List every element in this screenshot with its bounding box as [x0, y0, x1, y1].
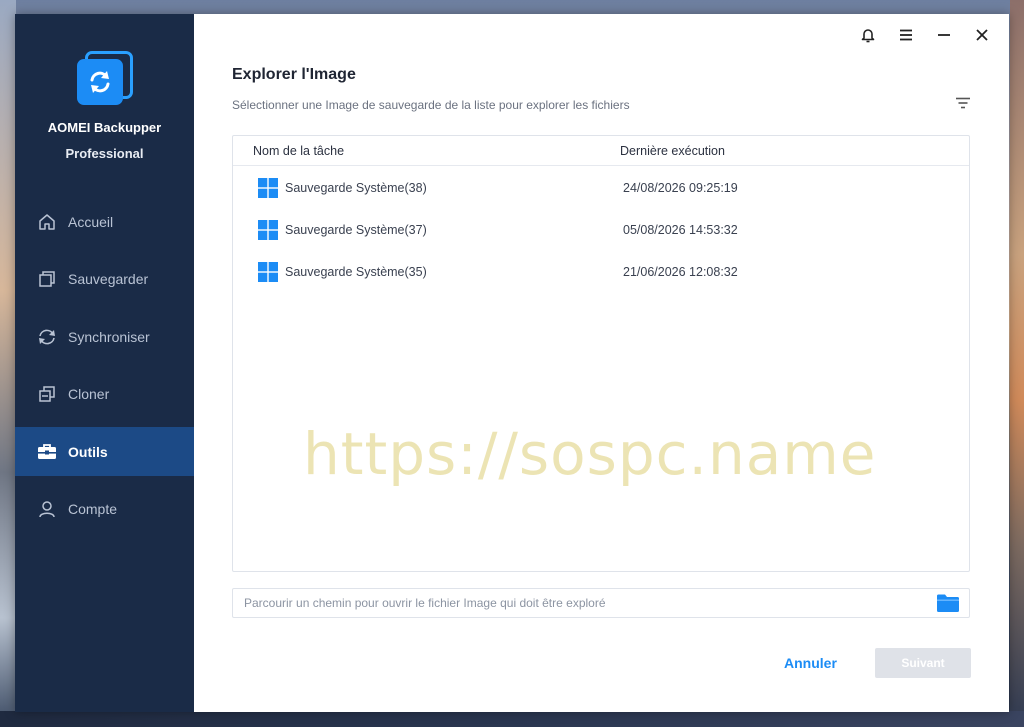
page-subtitle: Sélectionner une Image de sauvegarde de … [232, 98, 630, 112]
menu-icon[interactable] [887, 24, 925, 46]
sidebar-item-label: Compte [68, 501, 118, 517]
main-panel: Explorer l'Image Sélectionner une Image … [194, 14, 1009, 712]
column-header-name[interactable]: Nom de la tâche [253, 144, 344, 158]
clone-icon [37, 384, 57, 404]
sidebar-item-label: Synchroniser [68, 328, 150, 345]
row-last-run: 05/08/2026 14:53:32 [623, 223, 738, 237]
sidebar-item-outils[interactable]: Outils [15, 427, 194, 476]
app-name: AOMEI Backupper [47, 120, 162, 135]
sidebar-item-label: Accueil [68, 213, 114, 230]
desktop-background-left [0, 0, 16, 727]
logo-sync-icon [77, 59, 123, 105]
row-task-name: Sauvegarde Système(35) [285, 265, 427, 279]
row-task-name: Sauvegarde Système(37) [285, 223, 427, 237]
sidebar: AOMEI Backupper Professional Accueil Sau… [15, 14, 194, 712]
close-icon[interactable] [963, 24, 1001, 46]
desktop-background-bottom [0, 711, 1024, 727]
sidebar-item-cloner[interactable]: Cloner [15, 370, 194, 419]
app-window: AOMEI Backupper Professional Accueil Sau… [15, 14, 1009, 712]
toolbox-icon [37, 442, 57, 462]
desktop-background-right [1010, 0, 1024, 727]
backup-icon [37, 269, 57, 289]
bell-icon[interactable] [849, 24, 887, 46]
table-header: Nom de la tâche Dernière exécution [233, 136, 969, 166]
row-last-run: 24/08/2026 09:25:19 [623, 181, 738, 195]
row-task-name: Sauvegarde Système(38) [285, 181, 427, 195]
windows-icon [258, 178, 278, 198]
filter-icon[interactable] [955, 96, 973, 112]
image-path-input[interactable] [232, 588, 970, 618]
sidebar-item-label: Sauvegarder [68, 271, 149, 287]
windows-icon [258, 220, 278, 240]
app-edition: Professional [65, 146, 144, 161]
app-logo [77, 51, 133, 107]
user-icon [37, 499, 57, 519]
watermark-text: https://sospc.name [303, 420, 877, 488]
sidebar-item-synchroniser[interactable]: Synchroniser [15, 312, 194, 361]
table-row[interactable]: Sauvegarde Système(35) 21/06/2026 12:08:… [233, 251, 969, 293]
home-icon [37, 212, 57, 232]
windows-icon [258, 262, 278, 282]
sidebar-item-label: Cloner [68, 386, 110, 402]
cancel-button[interactable]: Annuler [784, 655, 837, 671]
row-last-run: 21/06/2026 12:08:32 [623, 265, 738, 279]
page-title: Explorer l'Image [232, 66, 356, 83]
sidebar-nav: Accueil Sauvegarder Synchroniser Cloner [15, 197, 194, 542]
minimize-icon[interactable] [925, 24, 963, 46]
image-table: Nom de la tâche Dernière exécution Sauve… [232, 135, 970, 572]
sidebar-item-accueil[interactable]: Accueil [15, 197, 194, 246]
table-row[interactable]: Sauvegarde Système(38) 24/08/2026 09:25:… [233, 167, 969, 209]
titlebar-controls [849, 24, 1001, 46]
table-row[interactable]: Sauvegarde Système(37) 05/08/2026 14:53:… [233, 209, 969, 251]
column-header-date[interactable]: Dernière exécution [620, 144, 725, 158]
sync-icon [37, 327, 57, 347]
next-button[interactable]: Suivant [875, 648, 971, 678]
sidebar-item-compte[interactable]: Compte [15, 485, 194, 534]
sidebar-item-label: Outils [68, 443, 108, 460]
folder-icon[interactable] [936, 593, 960, 613]
sidebar-item-sauvegarder[interactable]: Sauvegarder [15, 255, 194, 304]
